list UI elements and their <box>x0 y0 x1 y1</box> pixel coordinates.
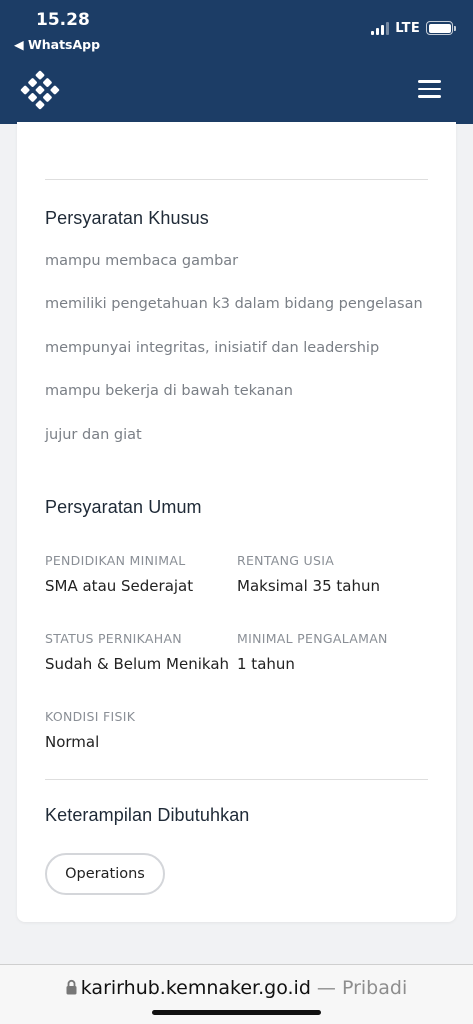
status-indicators: LTE <box>371 20 456 36</box>
divider <box>45 779 428 780</box>
requirement-item: memiliki pengetahuan k3 dalam bidang pen… <box>45 296 423 312</box>
physical-condition-value: Normal <box>45 733 100 751</box>
education-value: SMA atau Sederajat <box>45 577 194 595</box>
divider <box>45 179 428 180</box>
age-range-value: Maksimal 35 tahun <box>237 577 380 595</box>
job-detail-card: Persyaratan Khusus mampu membaca gambar … <box>17 122 456 922</box>
private-mode-label: — Pribadi <box>310 977 408 999</box>
requirement-item: jujur dan giat <box>45 427 142 443</box>
back-to-app-link[interactable]: ◀ WhatsApp <box>14 37 100 52</box>
url-text: karirhub.kemnaker.go.id <box>80 977 311 999</box>
experience-label: MINIMAL PENGALAMAN <box>237 631 388 646</box>
lock-icon <box>66 979 77 995</box>
battery-icon <box>426 21 456 35</box>
browser-address-bar[interactable]: karirhub.kemnaker.go.id — Pribadi <box>0 964 473 1024</box>
hamburger-menu-icon[interactable] <box>418 80 441 98</box>
home-indicator[interactable] <box>152 1010 321 1015</box>
requirement-item: mampu bekerja di bawah tekanan <box>45 383 293 399</box>
age-range-label: RENTANG USIA <box>237 553 335 568</box>
requirement-item: mempunyai integritas, inisiatif dan lead… <box>45 340 380 356</box>
marital-status-value: Sudah & Belum Menikah <box>45 655 230 673</box>
experience-value: 1 tahun <box>237 655 295 673</box>
marital-status-label: STATUS PERNIKAHAN <box>45 631 182 646</box>
requirement-item: mampu membaca gambar <box>45 253 239 269</box>
kemnaker-logo-icon[interactable] <box>16 66 64 114</box>
status-time: 15.28 <box>36 10 90 30</box>
status-bar: 15.28 ◀ WhatsApp LTE <box>0 0 473 56</box>
special-requirements-title: Persyaratan Khusus <box>45 208 209 228</box>
skill-chip-operations[interactable]: Operations <box>45 853 165 895</box>
site-header <box>0 56 473 124</box>
signal-icon <box>371 21 390 35</box>
education-label: PENDIDIKAN MINIMAL <box>45 553 186 568</box>
skills-title: Keterampilan Dibutuhkan <box>45 805 250 825</box>
general-requirements-title: Persyaratan Umum <box>45 497 202 517</box>
url-display[interactable]: karirhub.kemnaker.go.id — Pribadi <box>0 977 473 999</box>
physical-condition-label: KONDISI FISIK <box>45 709 136 724</box>
network-type: LTE <box>395 20 420 36</box>
